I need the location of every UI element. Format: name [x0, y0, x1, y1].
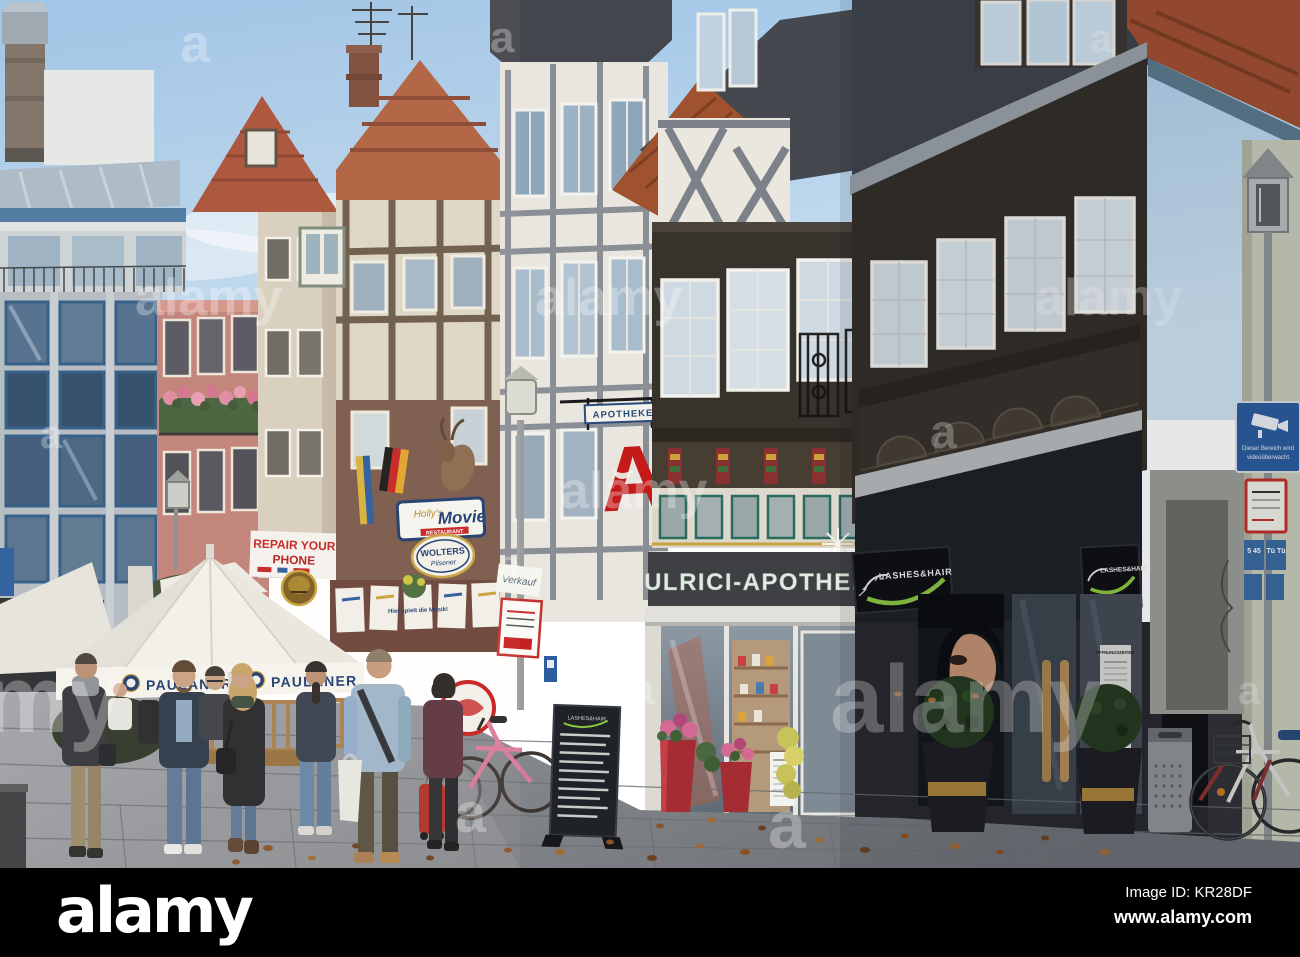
- menu-board: LASHES&HAIR: [541, 703, 624, 850]
- street-photo: REPAIR YOUR PHONE Holly's Movie RESTAURA…: [0, 0, 1300, 869]
- alamy-logo: alamy: [56, 874, 254, 947]
- apotheke-small-text: APOTHEKE: [592, 408, 653, 421]
- svg-text:alamy: alamy: [560, 462, 708, 520]
- stock-photo-page: REPAIR YOUR PHONE Holly's Movie RESTAURA…: [0, 0, 1300, 957]
- shade-overlay: [840, 0, 1300, 868]
- image-id-label: Image ID: KR28DF: [1125, 884, 1252, 901]
- svg-text:a: a: [768, 787, 807, 863]
- sunlight-overlay: [0, 0, 520, 868]
- alamy-url: www.alamy.com: [1113, 907, 1252, 927]
- alamy-footer-bar: alamy Image ID: KR28DF www.alamy.com: [0, 868, 1300, 957]
- svg-text:a: a: [630, 665, 655, 714]
- svg-text:alamy: alamy: [535, 269, 683, 327]
